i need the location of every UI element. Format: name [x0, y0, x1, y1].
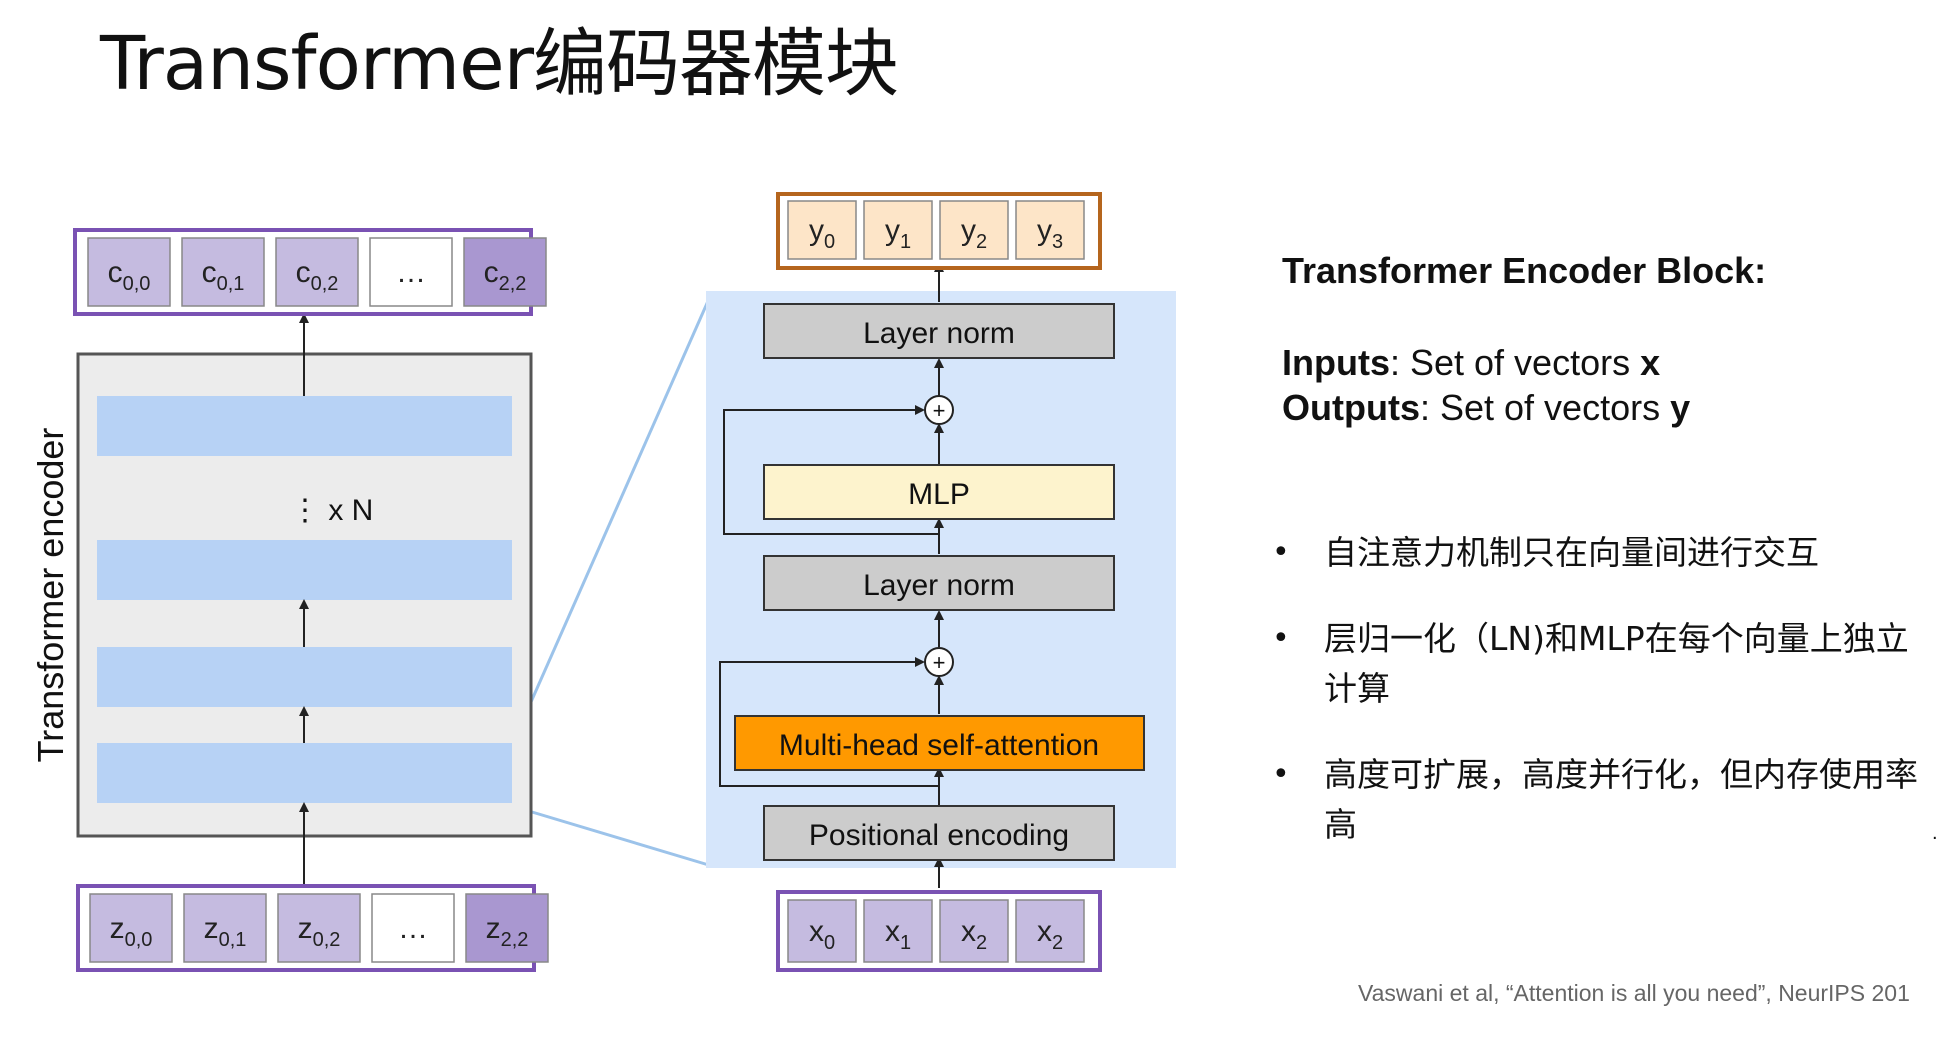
block-output-symbol: y — [961, 214, 976, 247]
encoder-layer — [97, 396, 512, 456]
left-input-subscript: 0,1 — [219, 929, 247, 951]
outputs-text: : Set of vectors — [1419, 387, 1671, 428]
left-output-cell — [463, 237, 547, 307]
inputs-var: x — [1640, 342, 1661, 383]
encoder-layer — [97, 647, 512, 707]
left-output-symbol: c — [108, 256, 123, 289]
repeat-label: ⋮ x N — [290, 494, 373, 527]
block-input-symbol: x — [1037, 915, 1052, 948]
block-input-symbol: x — [885, 915, 900, 948]
left-input-symbol: z — [486, 912, 501, 945]
self-attention-label: Multi-head self-attention — [779, 729, 1099, 762]
bullet-dot: • — [1272, 535, 1290, 570]
left-input-subscript: 2,2 — [501, 929, 529, 951]
block-output-subscript: 2 — [976, 231, 987, 253]
bullet-dot: • — [1272, 621, 1290, 656]
layer-norm-bottom-label: Layer norm — [863, 569, 1015, 602]
encoder-vertical-label: Transformer encoder — [30, 428, 71, 763]
block-input-subscript: 1 — [900, 932, 911, 954]
bullet-item: • 层归一化（LN)和MLP在每个向量上独立计算 — [1272, 614, 1924, 714]
left-input-cell — [183, 893, 267, 963]
left-input-cell — [465, 893, 549, 963]
block-input-subscript: 0 — [824, 932, 835, 954]
block-output-symbol: y — [809, 214, 824, 247]
bullet-text: 层归一化（LN)和MLP在每个向量上独立计算 — [1324, 619, 1909, 708]
left-input-symbol: z — [298, 912, 313, 945]
bullet-text: 高度可扩展，高度并行化，但内存使用率高 — [1324, 755, 1918, 844]
left-output-subscript: 0,2 — [311, 273, 339, 295]
block-input-symbol: x — [961, 915, 976, 948]
left-output-label: … — [396, 256, 426, 289]
left-output-cell — [275, 237, 359, 307]
block-input-symbol: x — [809, 915, 824, 948]
zoom-line-bottom — [511, 804, 713, 868]
encoder-diagram: ⋮ x N Transformer encoder c0,0 c0,1 c0,2… c… — [30, 192, 1176, 972]
encoder-layer-highlighted — [97, 743, 512, 803]
plus-sign: + — [933, 398, 946, 423]
left-output-subscript: 0,1 — [217, 273, 245, 295]
block-output-symbol: y — [885, 214, 900, 247]
zoom-line-top — [510, 291, 714, 746]
outputs-label: Outputs — [1282, 387, 1420, 428]
mlp-label: MLP — [908, 478, 970, 511]
left-input-symbol: z — [204, 912, 219, 945]
block-output-subscript: 3 — [1052, 231, 1063, 253]
inputs-label: Inputs — [1282, 342, 1390, 383]
left-input-label: … — [398, 912, 428, 945]
stray-mark: . — [1932, 822, 1938, 844]
inputs-text: : Set of vectors — [1389, 342, 1641, 383]
left-input-subscript: 0,0 — [125, 929, 153, 951]
layer-norm-top-label: Layer norm — [863, 317, 1015, 350]
left-output-cell — [181, 237, 265, 307]
block-input-subscript: 2 — [976, 932, 987, 954]
bullet-dot: • — [1272, 757, 1290, 792]
left-input-symbol: z — [110, 912, 125, 945]
left-input-subscript: 0,2 — [313, 929, 341, 951]
bullet-list: • 自注意力机制只在向量间进行交互 • 层归一化（LN)和MLP在每个向量上独立… — [1272, 528, 1918, 886]
bullet-item: • 高度可扩展，高度并行化，但内存使用率高 — [1272, 750, 1924, 850]
bullet-text: 自注意力机制只在向量间进行交互 — [1324, 533, 1819, 572]
block-output-subscript: 0 — [824, 231, 835, 253]
citation: Vaswani et al, “Attention is all you nee… — [1358, 980, 1910, 1006]
positional-encoding-label: Positional encoding — [809, 819, 1069, 852]
encoder-layer — [97, 540, 512, 600]
outputs-line: Outputs: Set of vectors y — [1282, 385, 1922, 430]
left-input-cell — [277, 893, 361, 963]
left-output-symbol: c — [202, 256, 217, 289]
block-output-subscript: 1 — [900, 231, 911, 253]
outputs-var: y — [1670, 387, 1691, 428]
left-output-symbol: c — [296, 256, 311, 289]
left-output-subscript: 0,0 — [123, 273, 151, 295]
left-output-symbol: c — [484, 256, 499, 289]
block-output-symbol: y — [1037, 214, 1052, 247]
left-output-cell — [87, 237, 171, 307]
left-output-symbol: … — [396, 256, 426, 289]
left-input-symbol: … — [398, 912, 428, 945]
encoder-block-detail: + + Layer norm MLP Layer norm Multi-head… — [706, 192, 1176, 972]
left-encoder-stack: ⋮ x N Transformer encoder c0,0 c0,1 c0,2… c… — [30, 228, 549, 972]
left-input-cell — [89, 893, 173, 963]
left-output-subscript: 2,2 — [499, 273, 527, 295]
plus-sign: + — [933, 650, 946, 675]
bullet-item: • 自注意力机制只在向量间进行交互 — [1272, 528, 1912, 578]
description-panel: Transformer Encoder Block: Inputs: Set o… — [1282, 250, 1922, 430]
inputs-line: Inputs: Set of vectors x — [1282, 340, 1922, 385]
panel-heading: Transformer Encoder Block: — [1282, 250, 1767, 291]
block-input-subscript: 2 — [1052, 932, 1063, 954]
